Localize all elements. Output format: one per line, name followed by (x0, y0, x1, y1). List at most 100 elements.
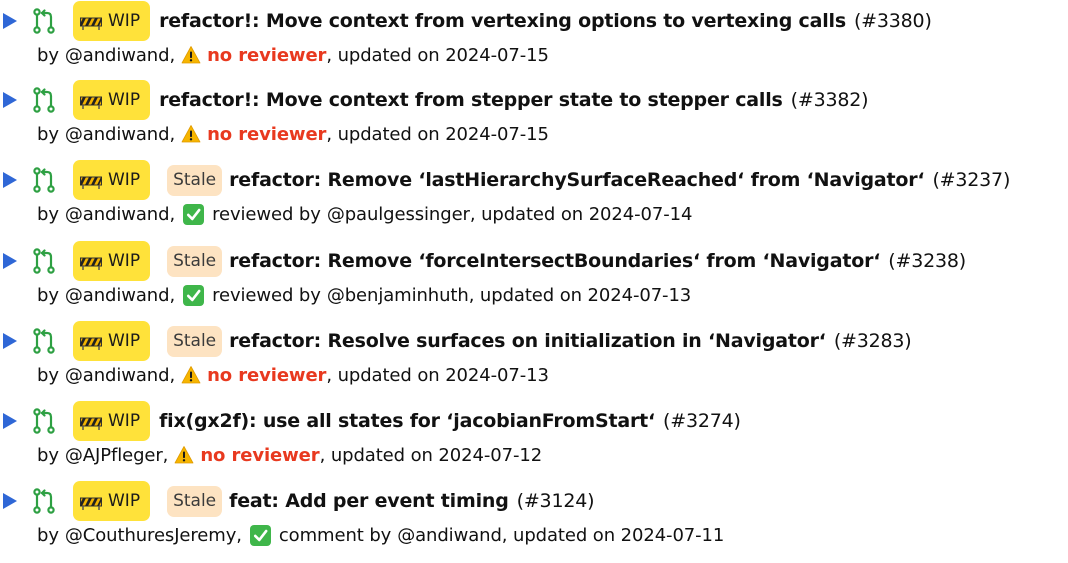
author-link[interactable]: @CouthuresJeremy, (65, 525, 242, 546)
author-link[interactable]: @andiwand, (65, 124, 175, 145)
stale-badge[interactable]: Stale (167, 485, 223, 517)
wip-badge[interactable]: WIP (73, 481, 151, 521)
pr-meta-line: by @andiwand, reviewed by @benjaminhuth, up… (37, 281, 691, 309)
pr-meta-line: by @andiwand, no reviewer, updated on 2024… (37, 41, 549, 69)
no-reviewer-label: no reviewer (207, 44, 327, 66)
pr-item[interactable]: WIP refactor!: Move context from stepper … (0, 79, 1068, 149)
pr-item[interactable]: WIP Stale feat: Add per event timing (#3124… (0, 480, 1068, 550)
merge-request-icon (33, 8, 55, 34)
construction-barrier-icon (80, 15, 102, 30)
pr-title-line: WIP refactor!: Move context from vertexin… (0, 0, 1068, 42)
pr-item[interactable]: WIP refactor!: Move context from vertexin… (0, 0, 1068, 70)
wip-label: WIP (108, 331, 141, 351)
by-label: by (37, 444, 59, 466)
warning-icon (181, 365, 201, 385)
author-link[interactable]: @andiwand, (65, 365, 175, 386)
updated-date: , updated on 2024-07-12 (319, 444, 543, 466)
updated-date: , updated on 2024-07-13 (326, 364, 549, 386)
pr-item[interactable]: WIP Stale refactor: Remove ‘lastHierarchyS… (0, 159, 1068, 229)
merge-request-icon (33, 248, 55, 274)
wip-label: WIP (108, 11, 141, 31)
pr-title[interactable]: fix(gx2f): use all states for ‘jacobianF… (159, 410, 655, 432)
wip-badge[interactable]: WIP (73, 1, 151, 41)
wip-label: WIP (108, 411, 141, 431)
wip-label: WIP (108, 491, 141, 511)
checkmark-icon (249, 524, 271, 546)
reviewer-link[interactable]: @benjaminhuth (327, 285, 469, 306)
author-link[interactable]: @andiwand, (65, 204, 175, 225)
pr-number: (#3283) (833, 330, 912, 352)
review-label: reviewed by (212, 284, 321, 306)
wip-badge[interactable]: WIP (73, 160, 151, 200)
expand-arrow-icon[interactable] (3, 493, 17, 509)
expand-arrow-icon[interactable] (3, 253, 17, 269)
pr-item[interactable]: WIP fix(gx2f): use all states for ‘jacobi… (0, 400, 1068, 470)
pr-title[interactable]: refactor: Resolve surfaces on initializa… (229, 330, 826, 352)
stale-badge[interactable]: Stale (167, 325, 223, 357)
expand-arrow-icon[interactable] (3, 333, 17, 349)
updated-date: , updated on 2024-07-15 (326, 123, 549, 145)
pr-number: (#3237) (932, 169, 1011, 191)
construction-barrier-icon (80, 255, 102, 270)
review-label: comment by (278, 524, 392, 546)
author-link[interactable]: @AJPfleger, (65, 445, 169, 466)
pr-number: (#3382) (790, 89, 869, 111)
stale-badge[interactable]: Stale (167, 245, 223, 277)
wip-label: WIP (108, 251, 141, 271)
pr-title-line: WIP refactor!: Move context from stepper … (0, 79, 1068, 121)
pr-number: (#3124) (516, 490, 595, 512)
no-reviewer-label: no reviewer (200, 444, 320, 466)
reviewer-link[interactable]: @paulgessinger (327, 204, 470, 225)
pr-meta-line: by @AJPfleger, no reviewer, updated on 202… (37, 441, 542, 469)
pr-meta-line: by @andiwand, no reviewer, updated on 2024… (37, 361, 549, 389)
warning-icon (181, 124, 201, 144)
wip-badge[interactable]: WIP (73, 401, 151, 441)
pr-number: (#3380) (853, 10, 932, 32)
by-label: by (37, 44, 59, 66)
wip-label: WIP (108, 170, 141, 190)
pr-meta-line: by @andiwand, reviewed by @paulgessinger, u… (37, 200, 692, 228)
construction-barrier-icon (80, 94, 102, 109)
by-label: by (37, 364, 59, 386)
checkmark-icon (183, 203, 205, 225)
wip-badge[interactable]: WIP (73, 241, 151, 281)
pr-title-line: WIP Stale refactor: Remove ‘lastHierarchyS… (0, 159, 1068, 201)
construction-barrier-icon (80, 415, 102, 430)
expand-arrow-icon[interactable] (3, 92, 17, 108)
by-label: by (37, 123, 59, 145)
construction-barrier-icon (80, 495, 102, 510)
by-label: by (37, 203, 59, 225)
pr-title[interactable]: feat: Add per event timing (229, 490, 509, 512)
pr-title[interactable]: refactor!: Move context from stepper sta… (159, 89, 783, 111)
expand-arrow-icon[interactable] (3, 413, 17, 429)
no-reviewer-label: no reviewer (207, 123, 327, 145)
pr-number: (#3238) (888, 250, 966, 272)
pr-title-line: WIP Stale refactor: Remove ‘forceIntersect… (0, 240, 1068, 282)
review-label: reviewed by (212, 203, 321, 225)
wip-label: WIP (108, 90, 141, 110)
wip-badge[interactable]: WIP (73, 321, 151, 361)
merge-request-icon (33, 408, 55, 434)
checkmark-icon (183, 284, 205, 306)
reviewer-link[interactable]: @andiwand (397, 525, 502, 546)
no-reviewer-label: no reviewer (207, 364, 327, 386)
pr-title-line: WIP Stale refactor: Resolve surfaces on in… (0, 320, 1068, 362)
updated-date: , updated on 2024-07-15 (326, 44, 549, 66)
pr-title[interactable]: refactor: Remove ‘forceIntersectBoundari… (229, 250, 880, 272)
pr-item[interactable]: WIP Stale refactor: Remove ‘forceIntersect… (0, 240, 1068, 310)
expand-arrow-icon[interactable] (3, 13, 17, 29)
pr-title-line: WIP Stale feat: Add per event timing (#3124… (0, 480, 1068, 522)
pr-title[interactable]: refactor: Remove ‘lastHierarchySurfaceRe… (229, 169, 925, 191)
pr-title[interactable]: refactor!: Move context from vertexing o… (159, 10, 846, 32)
author-link[interactable]: @andiwand, (65, 45, 175, 66)
construction-barrier-icon (80, 174, 102, 189)
expand-arrow-icon[interactable] (3, 172, 17, 188)
stale-badge[interactable]: Stale (167, 164, 223, 196)
pr-number: (#3274) (663, 410, 741, 432)
pr-item[interactable]: WIP Stale refactor: Resolve surfaces on in… (0, 320, 1068, 390)
pr-title-line: WIP fix(gx2f): use all states for ‘jacobi… (0, 400, 1068, 442)
merge-request-icon (33, 328, 55, 354)
warning-icon (174, 445, 194, 465)
author-link[interactable]: @andiwand, (65, 285, 175, 306)
wip-badge[interactable]: WIP (73, 80, 151, 120)
